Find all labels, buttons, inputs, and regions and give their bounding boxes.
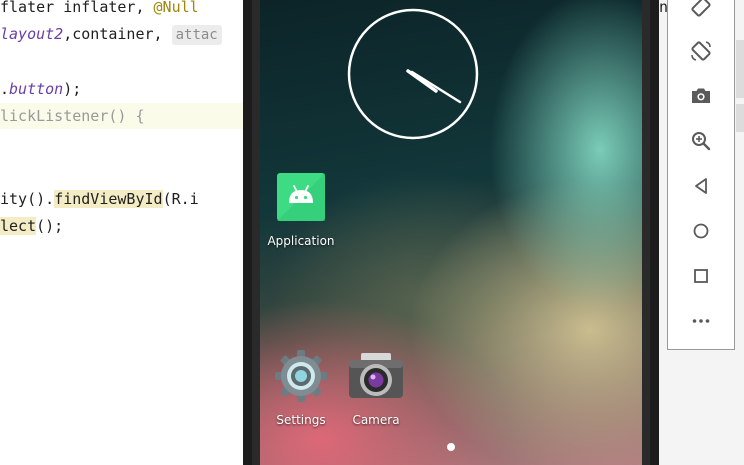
zoom-icon: [692, 132, 711, 151]
screenshot-button[interactable]: [668, 76, 734, 116]
code-line-6[interactable]: lect();: [0, 213, 63, 239]
code-text: ,container,: [63, 25, 172, 43]
code-text: button: [9, 80, 64, 98]
editor-overflow-text: n: [659, 0, 669, 16]
back-button[interactable]: [668, 166, 734, 206]
editor-scrollbar-marker[interactable]: [736, 104, 744, 132]
code-line-4[interactable]: lickListener() {: [0, 103, 145, 129]
zoom-button[interactable]: [668, 121, 734, 161]
overview-button[interactable]: [668, 256, 734, 296]
editor-scrollbar[interactable]: [736, 40, 744, 98]
parameter-hint: attac: [171, 25, 222, 45]
home-screen[interactable]: Application Settings Camera: [260, 0, 642, 465]
code-text: (R.i: [162, 190, 199, 208]
app-shortcut-application[interactable]: Application: [260, 173, 342, 248]
more-options-button[interactable]: [668, 301, 734, 341]
page-indicator-dot: [447, 443, 455, 451]
code-line-2[interactable]: layout2,container, attac: [0, 21, 222, 47]
app-label: Settings: [276, 413, 326, 427]
code-editor[interactable]: flater inflater, @Null layout2,container…: [0, 0, 250, 465]
code-text: lect: [0, 217, 37, 235]
rotate-left-button[interactable]: [668, 0, 734, 27]
gear-icon: [275, 350, 327, 402]
back-icon: [695, 178, 707, 194]
emulator-toolbar: [667, 0, 735, 350]
app-shortcut-camera[interactable]: Camera: [336, 348, 416, 427]
overview-icon: [694, 269, 708, 283]
camera-app-icon: [349, 353, 403, 398]
app-label: Application: [267, 234, 335, 248]
code-text: ity().: [0, 190, 55, 208]
code-text: flater inflater,: [0, 0, 154, 16]
code-text: );: [63, 80, 82, 98]
analog-clock-widget[interactable]: [346, 7, 480, 141]
code-text: findViewById: [54, 190, 163, 208]
rotate-right-button[interactable]: [668, 31, 734, 71]
annotation-token: @Null: [153, 0, 199, 16]
code-text: lickListener() {: [0, 107, 145, 125]
rotate-left-icon: [691, 0, 711, 17]
code-text: .: [0, 80, 10, 98]
code-text: layout2: [0, 25, 64, 43]
code-line-3[interactable]: .button);: [0, 76, 81, 102]
android-robot-icon: [277, 173, 325, 221]
app-label: Camera: [352, 413, 400, 427]
home-icon: [693, 223, 709, 239]
code-line-5[interactable]: ity().findViewById(R.i: [0, 186, 199, 212]
code-text: ();: [36, 217, 64, 235]
rotate-right-icon: [691, 41, 711, 61]
code-line-1[interactable]: flater inflater, @Null: [0, 0, 199, 20]
screenshot-camera-icon: [692, 88, 710, 103]
app-shortcut-settings[interactable]: Settings: [260, 348, 342, 427]
home-button[interactable]: [668, 211, 734, 251]
more-icon: [692, 319, 710, 323]
